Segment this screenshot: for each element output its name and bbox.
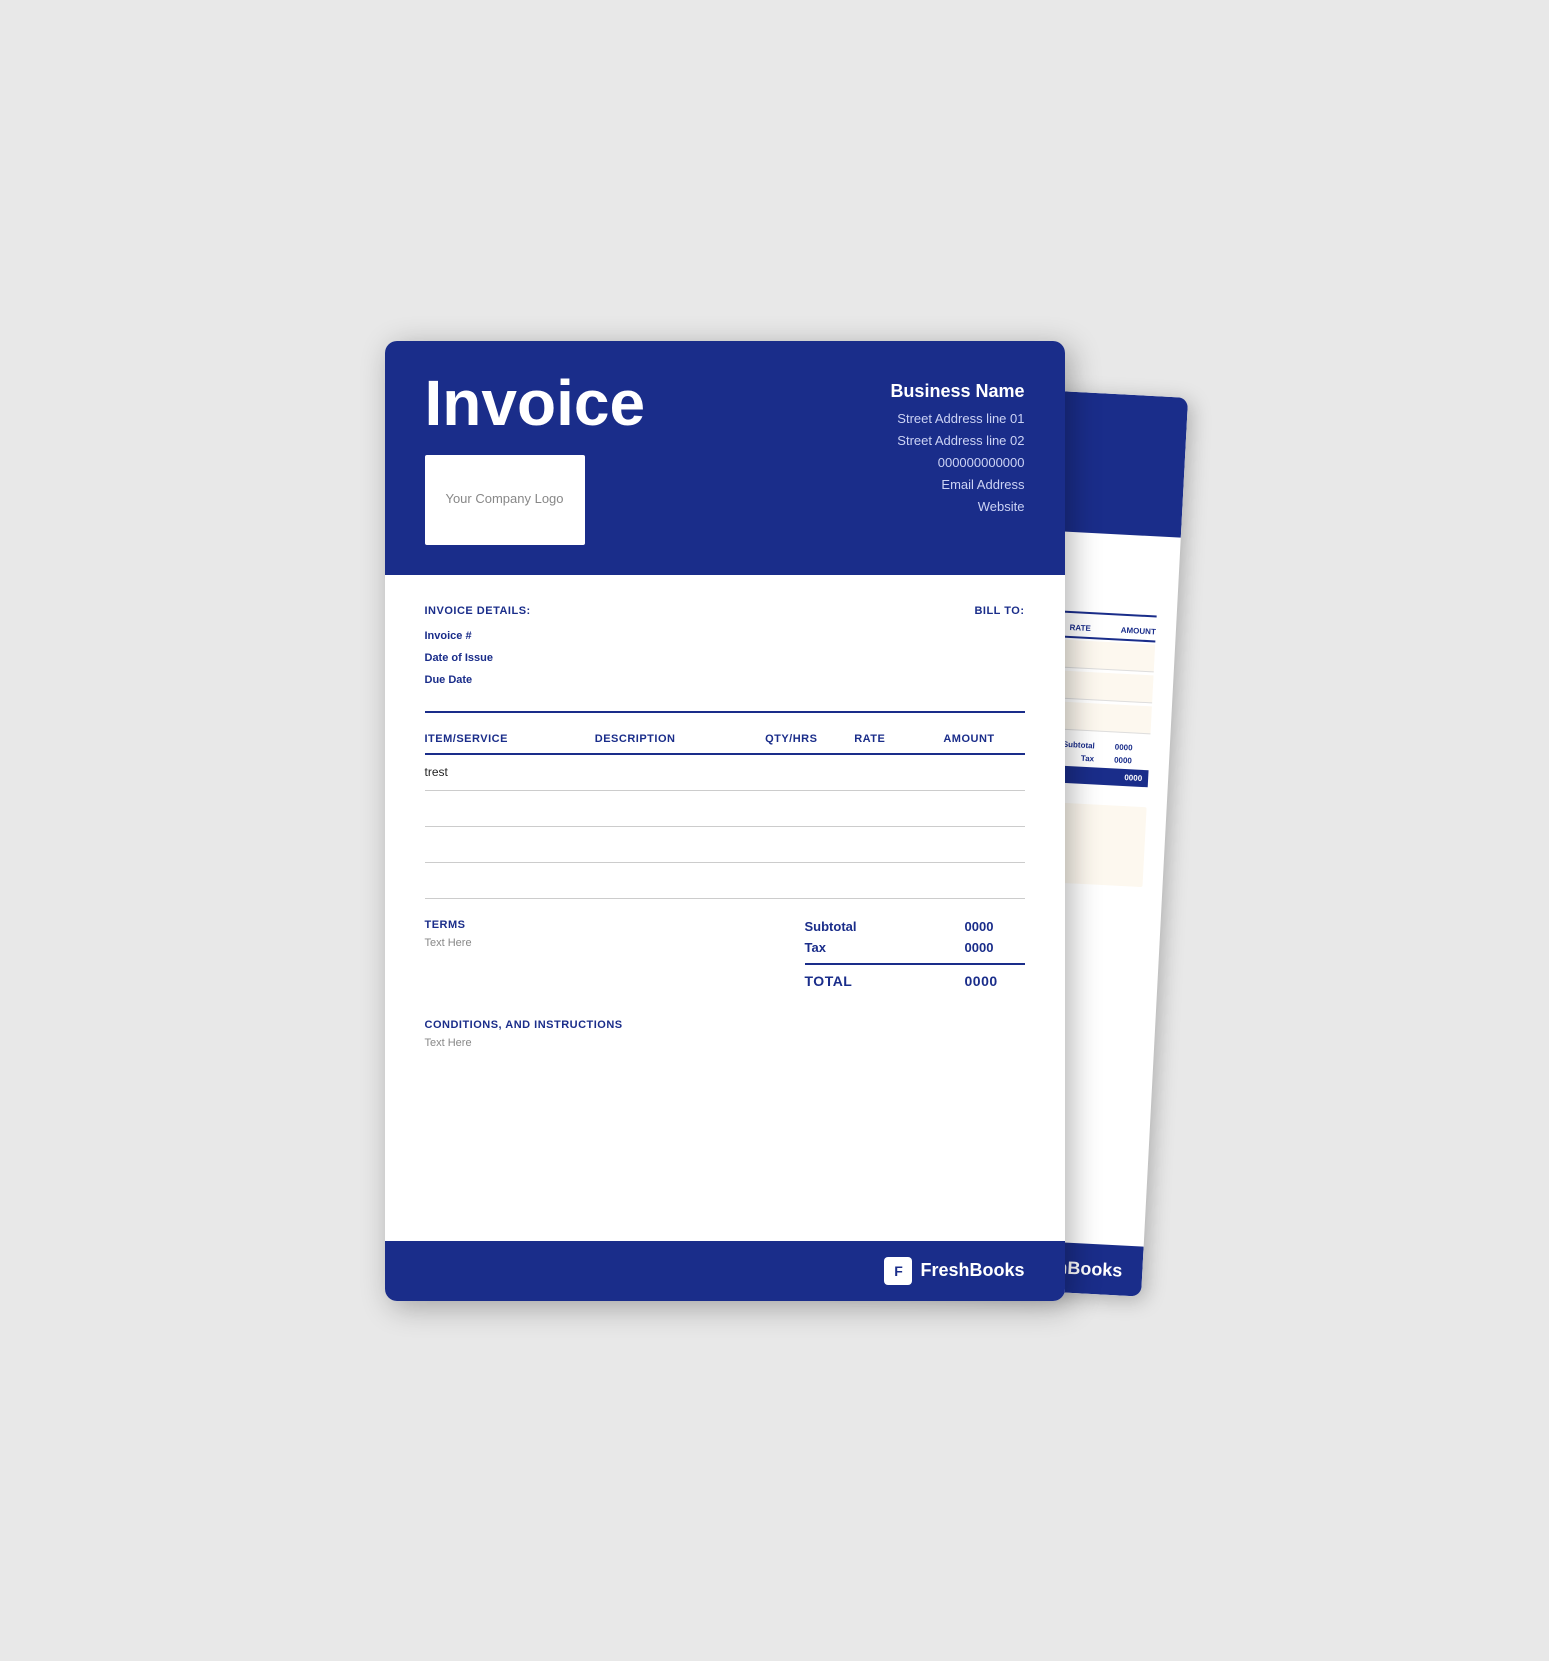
business-phone: 000000000000	[890, 452, 1024, 474]
total-divider	[805, 963, 1025, 965]
front-body: INVOICE DETAILS: Invoice # Date of Issue…	[385, 575, 1065, 1079]
back-tax-value: 0000	[1113, 755, 1148, 766]
table-row	[425, 827, 1025, 863]
bottom-section: TERMS Text Here Subtotal 0000 Tax 0000 T…	[425, 919, 1025, 989]
subtotal-label: Subtotal	[805, 919, 857, 934]
subtotal-row: Subtotal 0000	[805, 919, 1025, 934]
col-amount: AMOUNT	[943, 733, 1024, 745]
tax-label: Tax	[805, 940, 826, 955]
front-header: Invoice Your Company Logo Business Name …	[385, 341, 1065, 575]
back-tax-row: Tax 0000	[1080, 753, 1149, 766]
front-header-right: Business Name Street Address line 01 Str…	[890, 371, 1024, 518]
items-table: ITEM/SERVICE DESCRIPTION QTY/HRS RATE AM…	[425, 733, 1025, 899]
business-address2: Street Address line 02	[890, 430, 1024, 452]
bill-to-section: BILL TO:	[974, 605, 1024, 691]
company-logo-text: Your Company Logo	[445, 490, 563, 508]
row1-item: trest	[425, 765, 587, 779]
col-qty: QTY/HRS	[765, 733, 846, 745]
freshbooks-brand: FreshBooks	[920, 1260, 1024, 1281]
back-subtotal-label: Subtotal	[1062, 739, 1094, 750]
front-header-left: Invoice Your Company Logo	[425, 371, 646, 545]
tax-row: Tax 0000	[805, 940, 1025, 955]
total-label: TOTAL	[805, 973, 853, 989]
invoice-details-label: INVOICE DETAILS:	[425, 605, 531, 617]
front-footer: F FreshBooks	[385, 1241, 1065, 1301]
business-name: Business Name	[890, 381, 1024, 402]
invoice-title: Invoice	[425, 371, 646, 435]
conditions-text: Text Here	[425, 1037, 1025, 1049]
details-row: INVOICE DETAILS: Invoice # Date of Issue…	[425, 605, 1025, 691]
conditions-section: CONDITIONS, AND INSTRUCTIONS Text Here	[425, 1019, 1025, 1049]
invoice-due-field: Due Date	[425, 669, 531, 691]
back-tax-label: Tax	[1080, 753, 1094, 763]
back-total-value: 0000	[1124, 773, 1142, 783]
back-col-amount: AMOUNT	[1120, 625, 1156, 636]
section-divider-1	[425, 711, 1025, 713]
invoice-front: Invoice Your Company Logo Business Name …	[385, 341, 1065, 1301]
business-address1: Street Address line 01	[890, 408, 1024, 430]
invoice-details-section: INVOICE DETAILS: Invoice # Date of Issue…	[425, 605, 531, 691]
back-subtotal-row: Subtotal 0000	[1062, 739, 1149, 753]
terms-text: Text Here	[425, 937, 472, 949]
col-description: DESCRIPTION	[595, 733, 757, 745]
table-row	[425, 863, 1025, 899]
business-email: Email Address	[890, 474, 1024, 496]
table-row	[425, 791, 1025, 827]
back-subtotal-value: 0000	[1114, 742, 1149, 753]
col-item-service: ITEM/SERVICE	[425, 733, 587, 745]
total-value: 0000	[965, 973, 1025, 989]
back-col-rate: RATE	[1069, 622, 1091, 632]
tax-value: 0000	[965, 940, 1025, 955]
conditions-label: CONDITIONS, AND INSTRUCTIONS	[425, 1019, 1025, 1031]
table-row: trest	[425, 755, 1025, 791]
freshbooks-icon: F	[884, 1257, 912, 1285]
business-website: Website	[890, 496, 1024, 518]
terms-label: TERMS	[425, 919, 472, 931]
invoice-issue-field: Date of Issue	[425, 647, 531, 669]
logo-box: Your Company Logo	[425, 455, 585, 545]
freshbooks-logo: F FreshBooks	[884, 1257, 1024, 1285]
items-table-header: ITEM/SERVICE DESCRIPTION QTY/HRS RATE AM…	[425, 733, 1025, 755]
invoice-scene: INVOICE DETAILS: Invoice # 0000 Date of …	[385, 341, 1165, 1321]
col-rate: RATE	[854, 733, 935, 745]
totals-section: Subtotal 0000 Tax 0000 TOTAL 0000	[805, 919, 1025, 989]
invoice-num-field: Invoice #	[425, 625, 531, 647]
subtotal-value: 0000	[965, 919, 1025, 934]
bill-to-label: BILL TO:	[974, 605, 1024, 617]
terms-section: TERMS Text Here	[425, 919, 472, 989]
grand-total-row: TOTAL 0000	[805, 973, 1025, 989]
